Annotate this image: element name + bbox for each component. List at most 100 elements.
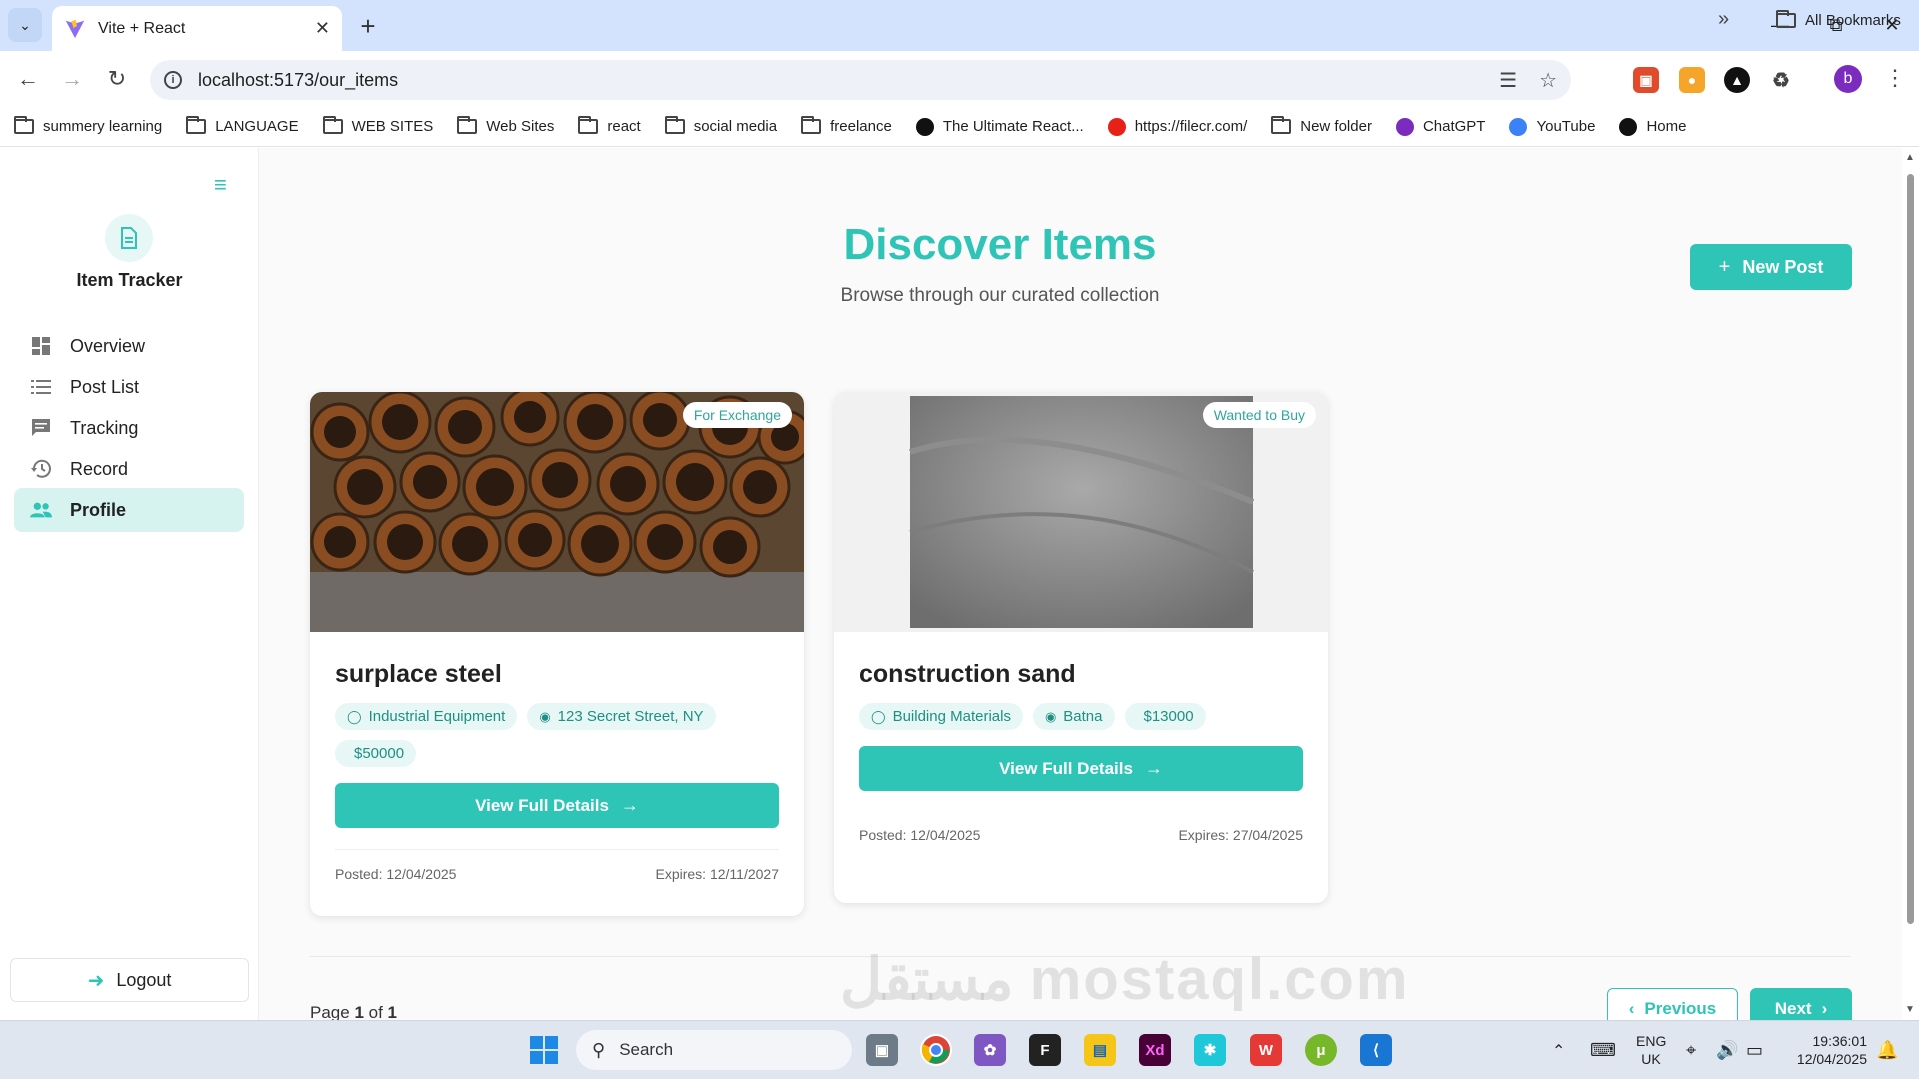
extension-icon[interactable]: ▣ xyxy=(1633,67,1659,93)
extension-icon[interactable]: ▲ xyxy=(1724,67,1750,93)
profile-avatar[interactable]: b xyxy=(1834,65,1862,93)
back-button[interactable]: ← xyxy=(12,63,44,95)
browser-menu-icon[interactable]: ⋮ xyxy=(1884,65,1906,91)
collapse-sidebar-icon[interactable]: ≡ xyxy=(214,172,227,198)
bookmark-item[interactable]: ChatGPT xyxy=(1395,117,1486,136)
bookmark-item[interactable]: summery learning xyxy=(14,116,163,135)
bookmark-label: Web Sites xyxy=(486,118,555,135)
browser-tab-strip: ⌄ Vite + React ✕ + — ⧉ ✕ xyxy=(0,0,1919,51)
sidebar-item-tracking[interactable]: Tracking xyxy=(14,406,244,450)
chrome-icon[interactable] xyxy=(920,1034,952,1066)
bookmark-item[interactable]: react xyxy=(578,116,641,135)
page-scrollbar[interactable]: ▲ ▼ xyxy=(1902,148,1919,1020)
language-indicator[interactable]: ENG UK xyxy=(1636,1032,1666,1068)
item-image[interactable]: For Exchange xyxy=(310,392,804,632)
bookmark-item[interactable]: LANGUAGE xyxy=(186,116,299,135)
item-card: For Exchange surplace steel ◯ Industrial … xyxy=(310,392,804,916)
browser-tab[interactable]: Vite + React ✕ xyxy=(52,6,342,51)
scroll-up-icon[interactable]: ▲ xyxy=(1905,152,1915,163)
folder-icon xyxy=(801,116,822,134)
bookmark-label: ChatGPT xyxy=(1422,118,1486,135)
scroll-down-icon[interactable]: ▼ xyxy=(1905,1004,1915,1015)
bookmark-item[interactable]: New folder xyxy=(1271,116,1372,135)
url-text: localhost:5173/our_items xyxy=(198,69,399,90)
file-explorer-icon[interactable]: ▤ xyxy=(1084,1034,1116,1066)
expires-date: Expires: 12/11/2027 xyxy=(655,866,780,882)
all-bookmarks-label: All Bookmarks xyxy=(1805,11,1901,29)
site-info-icon[interactable]: i xyxy=(164,71,182,89)
address-bar[interactable]: i localhost:5173/our_items ☰ ☆ xyxy=(150,60,1571,100)
logout-button[interactable]: ➜ Logout xyxy=(10,958,249,1002)
battery-icon[interactable]: ▭ xyxy=(1746,1021,1763,1079)
extension-icon[interactable]: ● xyxy=(1679,67,1705,93)
price-tag: $50000 xyxy=(335,740,417,767)
price-label: $50000 xyxy=(354,745,405,762)
bookmark-item[interactable]: https://filecr.com/ xyxy=(1107,117,1247,136)
sidebar-item-post-list[interactable]: Post List xyxy=(14,365,244,409)
history-icon xyxy=(30,458,52,480)
bookmark-item[interactable]: WEB SITES xyxy=(322,116,433,135)
new-post-button[interactable]: + New Post xyxy=(1690,244,1852,290)
all-bookmarks[interactable]: All Bookmarks xyxy=(1776,0,1901,40)
volume-icon[interactable]: 🔊 xyxy=(1716,1021,1738,1079)
item-card: Wanted to Buy construction sand ◯ Buildin… xyxy=(834,392,1328,903)
tab-search-button[interactable]: ⌄ xyxy=(8,8,42,42)
wifi-icon[interactable]: ⌖ xyxy=(1686,1021,1696,1079)
vscode-icon[interactable]: ⟨ xyxy=(1360,1034,1392,1066)
search-icon: ⚲ xyxy=(592,1039,606,1060)
keyboard-icon[interactable]: ⌨ xyxy=(1590,1021,1616,1079)
bookmark-item[interactable]: YouTube xyxy=(1509,117,1595,136)
posted-date: Posted: 12/04/2025 xyxy=(859,827,981,843)
bookmark-label: Home xyxy=(1646,118,1687,135)
reload-button[interactable]: ↻ xyxy=(101,63,133,95)
arrow-right-icon: → xyxy=(1144,758,1163,778)
adobe-xd-icon[interactable]: Xd xyxy=(1139,1034,1171,1066)
sidebar-item-label: Tracking xyxy=(70,417,139,438)
forward-button[interactable]: → xyxy=(56,63,88,95)
taskbar-search[interactable]: ⚲ Search xyxy=(576,1030,852,1070)
copilot-icon[interactable]: ✿ xyxy=(974,1034,1006,1066)
show-hidden-icons-icon[interactable]: ⌃ xyxy=(1552,1021,1565,1079)
notifications-bell-icon[interactable]: 🔔 xyxy=(1876,1021,1898,1079)
sidebar-item-profile[interactable]: Profile xyxy=(14,488,244,532)
bookmark-star-icon[interactable]: ☆ xyxy=(1539,68,1557,93)
sidebar-item-overview[interactable]: Overview xyxy=(14,324,244,368)
bookmark-item[interactable]: Home xyxy=(1619,117,1687,136)
view-full-details-button[interactable]: View Full Details → xyxy=(335,783,779,828)
wps-office-icon[interactable]: W xyxy=(1250,1034,1282,1066)
windows-start-icon[interactable] xyxy=(528,1034,560,1066)
tab-title: Vite + React xyxy=(98,19,186,37)
more-bookmarks-icon[interactable]: » xyxy=(1718,8,1729,31)
folder-icon xyxy=(457,116,478,134)
bookmark-item[interactable]: The Ultimate React... xyxy=(915,117,1084,136)
folder-icon xyxy=(578,116,599,134)
bookmark-item[interactable]: freelance xyxy=(801,116,892,135)
new-tab-button[interactable]: + xyxy=(352,10,384,42)
document-icon xyxy=(121,227,137,249)
item-image[interactable]: Wanted to Buy xyxy=(834,392,1328,632)
task-view-icon[interactable]: ▣ xyxy=(866,1034,898,1066)
logout-icon: ➜ xyxy=(87,969,105,992)
location-label: 123 Secret Street, NY xyxy=(557,708,704,725)
view-full-details-button[interactable]: View Full Details → xyxy=(859,746,1303,791)
tag-icon: ◯ xyxy=(347,708,362,724)
new-post-label: New Post xyxy=(1742,256,1824,277)
bookmark-label: The Ultimate React... xyxy=(942,118,1084,135)
bookmark-label: LANGUAGE xyxy=(215,118,299,135)
chat-icon xyxy=(30,417,52,439)
translate-icon[interactable]: ☰ xyxy=(1499,68,1517,93)
utorrent-icon[interactable]: μ xyxy=(1305,1034,1337,1066)
bookmark-label: summery learning xyxy=(43,118,163,135)
app-icon[interactable]: ✱ xyxy=(1194,1034,1226,1066)
sidebar-item-record[interactable]: Record xyxy=(14,447,244,491)
sidebar-item-label: Profile xyxy=(70,499,127,520)
figma-icon[interactable]: F xyxy=(1029,1034,1061,1066)
extensions-puzzle-icon[interactable]: ♻ xyxy=(1768,67,1794,93)
bookmark-item[interactable]: social media xyxy=(664,116,777,135)
view-details-label: View Full Details xyxy=(999,758,1133,778)
list-icon xyxy=(30,376,52,398)
bookmark-item[interactable]: Web Sites xyxy=(457,116,555,135)
scroll-thumb[interactable] xyxy=(1907,174,1914,924)
system-clock[interactable]: 19:36:01 12/04/2025 xyxy=(1787,1032,1867,1068)
close-tab-icon[interactable]: ✕ xyxy=(315,18,330,39)
